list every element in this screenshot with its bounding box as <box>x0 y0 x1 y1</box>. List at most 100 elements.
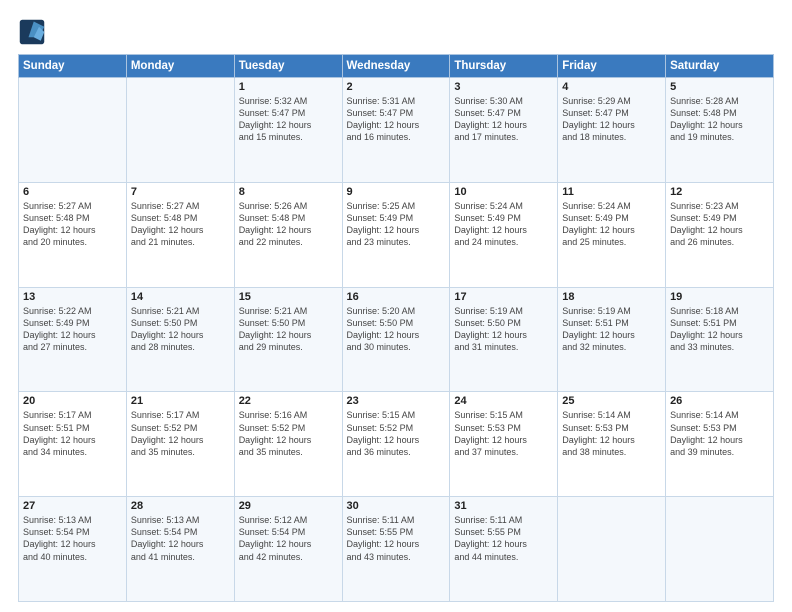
day-number: 20 <box>23 395 122 407</box>
day-number: 3 <box>454 81 553 93</box>
day-number: 4 <box>562 81 661 93</box>
calendar-week-3: 13Sunrise: 5:22 AM Sunset: 5:49 PM Dayli… <box>19 287 774 392</box>
day-info: Sunrise: 5:14 AM Sunset: 5:53 PM Dayligh… <box>670 409 769 458</box>
day-info: Sunrise: 5:24 AM Sunset: 5:49 PM Dayligh… <box>454 200 553 249</box>
day-info: Sunrise: 5:11 AM Sunset: 5:55 PM Dayligh… <box>454 514 553 563</box>
weekday-header-friday: Friday <box>558 55 666 78</box>
day-info: Sunrise: 5:13 AM Sunset: 5:54 PM Dayligh… <box>131 514 230 563</box>
day-number: 27 <box>23 500 122 512</box>
calendar-cell: 4 Sunrise: 5:29 AM Sunset: 5:47 PM Daylig… <box>558 78 666 183</box>
day-info: Sunrise: 5:11 AM Sunset: 5:55 PM Dayligh… <box>347 514 446 563</box>
logo-icon <box>18 18 46 46</box>
weekday-header-monday: Monday <box>126 55 234 78</box>
day-number: 12 <box>670 186 769 198</box>
calendar-cell: 3 Sunrise: 5:30 AM Sunset: 5:47 PM Daylig… <box>450 78 558 183</box>
day-info: Sunrise: 5:28 AM Sunset: 5:48 PM Dayligh… <box>670 95 769 144</box>
calendar-week-4: 20 Sunrise: 5:17 AM Sunset: 5:51 PM Dayli… <box>19 392 774 497</box>
day-number: 24 <box>454 395 553 407</box>
calendar-cell: 19 Sunrise: 5:18 AM Sunset: 5:51 PM Dayli… <box>666 287 774 392</box>
day-info: Sunrise: 5:27 AM Sunset: 5:48 PM Dayligh… <box>131 200 230 249</box>
day-number: 25 <box>562 395 661 407</box>
calendar-cell: 27 Sunrise: 5:13 AM Sunset: 5:54 PM Dayli… <box>19 497 127 602</box>
calendar-body: 1Sunrise: 5:32 AM Sunset: 5:47 PM Daylig… <box>19 78 774 602</box>
day-info: Sunrise: 5:30 AM Sunset: 5:47 PM Dayligh… <box>454 95 553 144</box>
day-number: 17 <box>454 291 553 303</box>
calendar-cell: 17 Sunrise: 5:19 AM Sunset: 5:50 PM Dayli… <box>450 287 558 392</box>
calendar-cell: 21Sunrise: 5:17 AM Sunset: 5:52 PM Dayli… <box>126 392 234 497</box>
day-number: 14 <box>131 291 230 303</box>
day-number: 8 <box>239 186 338 198</box>
day-number: 11 <box>562 186 661 198</box>
calendar-header: SundayMondayTuesdayWednesdayThursdayFrid… <box>19 55 774 78</box>
day-info: Sunrise: 5:18 AM Sunset: 5:51 PM Dayligh… <box>670 305 769 354</box>
day-info: Sunrise: 5:21 AM Sunset: 5:50 PM Dayligh… <box>131 305 230 354</box>
day-number: 5 <box>670 81 769 93</box>
day-info: Sunrise: 5:19 AM Sunset: 5:50 PM Dayligh… <box>454 305 553 354</box>
day-number: 22 <box>239 395 338 407</box>
day-info: Sunrise: 5:23 AM Sunset: 5:49 PM Dayligh… <box>670 200 769 249</box>
day-number: 2 <box>347 81 446 93</box>
calendar-cell: 15 Sunrise: 5:21 AM Sunset: 5:50 PM Dayli… <box>234 287 342 392</box>
calendar-cell: 20 Sunrise: 5:17 AM Sunset: 5:51 PM Dayli… <box>19 392 127 497</box>
day-number: 21 <box>131 395 230 407</box>
calendar-cell: 25Sunrise: 5:14 AM Sunset: 5:53 PM Dayli… <box>558 392 666 497</box>
calendar-cell: 2 Sunrise: 5:31 AM Sunset: 5:47 PM Daylig… <box>342 78 450 183</box>
calendar-cell: 22 Sunrise: 5:16 AM Sunset: 5:52 PM Dayli… <box>234 392 342 497</box>
calendar-cell: 28 Sunrise: 5:13 AM Sunset: 5:54 PM Dayli… <box>126 497 234 602</box>
day-number: 10 <box>454 186 553 198</box>
day-number: 7 <box>131 186 230 198</box>
day-info: Sunrise: 5:19 AM Sunset: 5:51 PM Dayligh… <box>562 305 661 354</box>
header <box>18 18 774 46</box>
calendar-cell: 1Sunrise: 5:32 AM Sunset: 5:47 PM Daylig… <box>234 78 342 183</box>
page: SundayMondayTuesdayWednesdayThursdayFrid… <box>0 0 792 612</box>
day-number: 9 <box>347 186 446 198</box>
calendar-cell: 12 Sunrise: 5:23 AM Sunset: 5:49 PM Dayli… <box>666 182 774 287</box>
calendar-cell: 31Sunrise: 5:11 AM Sunset: 5:55 PM Dayli… <box>450 497 558 602</box>
calendar-cell: 23 Sunrise: 5:15 AM Sunset: 5:52 PM Dayli… <box>342 392 450 497</box>
day-info: Sunrise: 5:26 AM Sunset: 5:48 PM Dayligh… <box>239 200 338 249</box>
calendar-cell: 18Sunrise: 5:19 AM Sunset: 5:51 PM Dayli… <box>558 287 666 392</box>
day-info: Sunrise: 5:17 AM Sunset: 5:51 PM Dayligh… <box>23 409 122 458</box>
day-number: 23 <box>347 395 446 407</box>
day-info: Sunrise: 5:21 AM Sunset: 5:50 PM Dayligh… <box>239 305 338 354</box>
calendar-table: SundayMondayTuesdayWednesdayThursdayFrid… <box>18 54 774 602</box>
calendar-cell: 11 Sunrise: 5:24 AM Sunset: 5:49 PM Dayli… <box>558 182 666 287</box>
day-info: Sunrise: 5:31 AM Sunset: 5:47 PM Dayligh… <box>347 95 446 144</box>
day-info: Sunrise: 5:15 AM Sunset: 5:53 PM Dayligh… <box>454 409 553 458</box>
calendar-week-2: 6Sunrise: 5:27 AM Sunset: 5:48 PM Daylig… <box>19 182 774 287</box>
day-number: 15 <box>239 291 338 303</box>
calendar-cell: 6Sunrise: 5:27 AM Sunset: 5:48 PM Daylig… <box>19 182 127 287</box>
day-info: Sunrise: 5:12 AM Sunset: 5:54 PM Dayligh… <box>239 514 338 563</box>
weekday-row: SundayMondayTuesdayWednesdayThursdayFrid… <box>19 55 774 78</box>
day-info: Sunrise: 5:29 AM Sunset: 5:47 PM Dayligh… <box>562 95 661 144</box>
calendar-cell <box>19 78 127 183</box>
day-info: Sunrise: 5:24 AM Sunset: 5:49 PM Dayligh… <box>562 200 661 249</box>
weekday-header-sunday: Sunday <box>19 55 127 78</box>
day-number: 26 <box>670 395 769 407</box>
calendar-cell: 29Sunrise: 5:12 AM Sunset: 5:54 PM Dayli… <box>234 497 342 602</box>
calendar-cell: 7 Sunrise: 5:27 AM Sunset: 5:48 PM Daylig… <box>126 182 234 287</box>
calendar-cell: 5 Sunrise: 5:28 AM Sunset: 5:48 PM Daylig… <box>666 78 774 183</box>
day-info: Sunrise: 5:16 AM Sunset: 5:52 PM Dayligh… <box>239 409 338 458</box>
day-info: Sunrise: 5:20 AM Sunset: 5:50 PM Dayligh… <box>347 305 446 354</box>
calendar-cell: 14 Sunrise: 5:21 AM Sunset: 5:50 PM Dayli… <box>126 287 234 392</box>
calendar-cell: 13Sunrise: 5:22 AM Sunset: 5:49 PM Dayli… <box>19 287 127 392</box>
day-number: 19 <box>670 291 769 303</box>
calendar-cell: 30 Sunrise: 5:11 AM Sunset: 5:55 PM Dayli… <box>342 497 450 602</box>
day-number: 1 <box>239 81 338 93</box>
calendar-cell: 26 Sunrise: 5:14 AM Sunset: 5:53 PM Dayli… <box>666 392 774 497</box>
weekday-header-saturday: Saturday <box>666 55 774 78</box>
calendar-cell: 10 Sunrise: 5:24 AM Sunset: 5:49 PM Dayli… <box>450 182 558 287</box>
calendar-week-5: 27 Sunrise: 5:13 AM Sunset: 5:54 PM Dayli… <box>19 497 774 602</box>
day-info: Sunrise: 5:27 AM Sunset: 5:48 PM Dayligh… <box>23 200 122 249</box>
day-number: 28 <box>131 500 230 512</box>
calendar-cell <box>666 497 774 602</box>
logo <box>18 18 50 46</box>
day-number: 30 <box>347 500 446 512</box>
weekday-header-wednesday: Wednesday <box>342 55 450 78</box>
day-info: Sunrise: 5:15 AM Sunset: 5:52 PM Dayligh… <box>347 409 446 458</box>
weekday-header-thursday: Thursday <box>450 55 558 78</box>
day-number: 13 <box>23 291 122 303</box>
day-info: Sunrise: 5:25 AM Sunset: 5:49 PM Dayligh… <box>347 200 446 249</box>
day-info: Sunrise: 5:13 AM Sunset: 5:54 PM Dayligh… <box>23 514 122 563</box>
